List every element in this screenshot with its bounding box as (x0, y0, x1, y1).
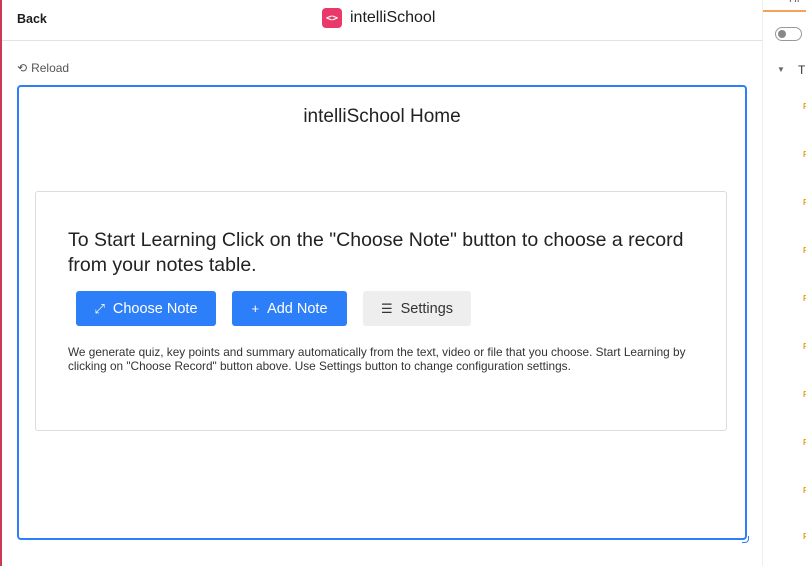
resize-handle[interactable] (742, 536, 749, 543)
description-text: We generate quiz, key points and summary… (68, 345, 686, 373)
panel-active-indicator (763, 10, 806, 12)
start-learning-heading: To Start Learning Click on the "Choose N… (68, 229, 684, 276)
action-buttons: ⤢ Choose Note + Add Note ☰ Settings (76, 291, 471, 326)
app-frame: intelliSchool Home To Start Learning Cli… (17, 85, 747, 540)
start-learning-card: To Start Learning Click on the "Choose N… (35, 191, 727, 431)
reload-label: Reload (31, 61, 70, 75)
reload-button[interactable]: ⟲ Reload (17, 61, 69, 75)
right-side-panel: Hi ▼ T P P P P P P P P P P (762, 0, 806, 566)
panel-toggle[interactable] (775, 27, 802, 41)
page-title: intelliSchool Home (303, 106, 461, 127)
toggle-knob (778, 30, 786, 38)
caret-down-icon[interactable]: ▼ (777, 65, 785, 74)
sliders-icon: ☰ (380, 300, 393, 316)
expand-icon: ⤢ (94, 300, 105, 316)
panel-header-text: Hi (789, 0, 799, 5)
tree-group-label: T (798, 63, 806, 77)
back-button[interactable]: Back (17, 12, 47, 26)
plus-icon: + (251, 301, 260, 316)
settings-button[interactable]: ☰ Settings (363, 291, 471, 326)
app-title: intelliSchool (350, 9, 436, 26)
add-note-button[interactable]: + Add Note (232, 291, 347, 326)
app-title-group: <> intelliSchool (322, 8, 435, 28)
settings-label: Settings (400, 300, 454, 317)
choose-note-button[interactable]: ⤢ Choose Note (76, 291, 216, 326)
intellischool-logo-icon: <> (322, 8, 342, 28)
top-bar: Back <> intelliSchool (2, 0, 762, 41)
choose-note-label: Choose Note (112, 300, 198, 317)
window-left-edge (0, 0, 2, 566)
add-note-label: Add Note (267, 300, 328, 317)
reload-icon: ⟲ (17, 61, 28, 75)
